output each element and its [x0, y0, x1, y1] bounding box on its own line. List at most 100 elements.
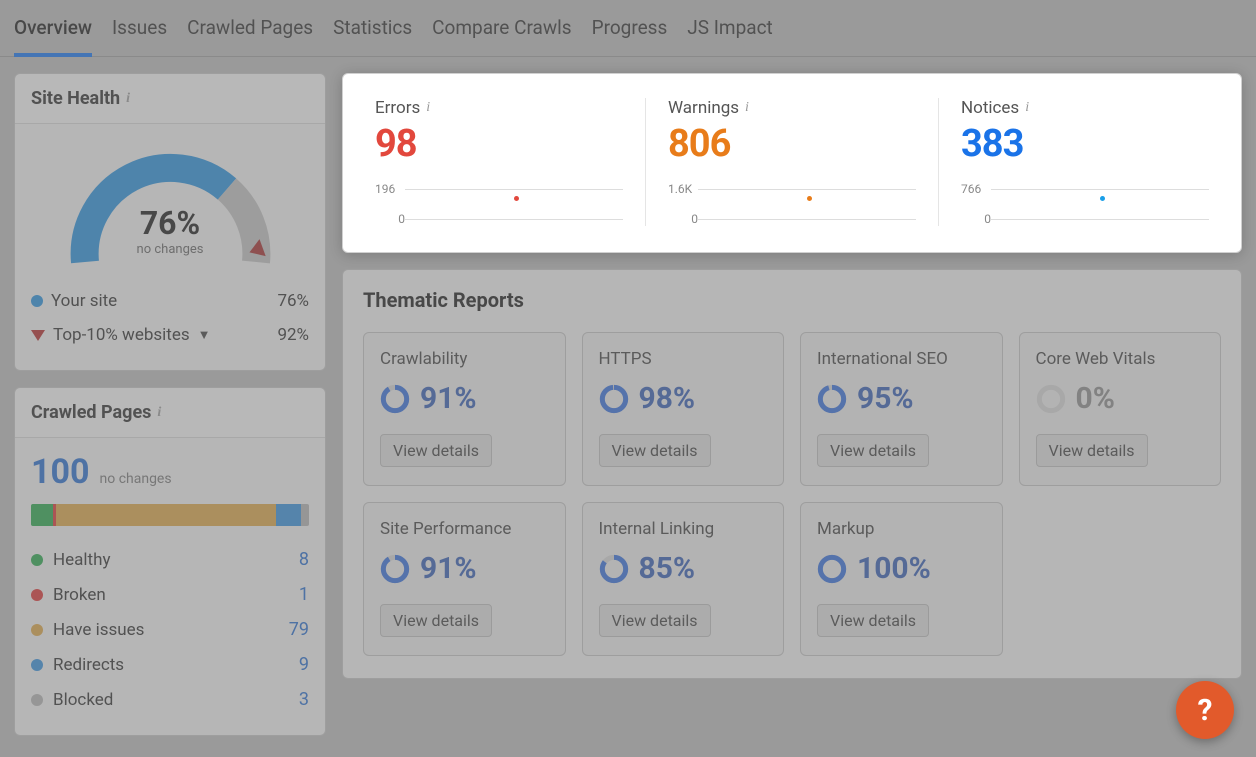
report-card: Markup 100% View details	[800, 502, 1003, 656]
tab-issues[interactable]: Issues	[112, 10, 167, 56]
crawl-breakdown-row[interactable]: Broken 1	[31, 577, 309, 612]
view-details-button[interactable]: View details	[817, 434, 929, 467]
axis-tick: 196	[375, 182, 405, 196]
tab-js-impact[interactable]: JS Impact	[687, 10, 772, 56]
status-count: 1	[299, 584, 309, 605]
warnings-value[interactable]: 806	[668, 122, 916, 166]
notices-sparkline: 766 0	[961, 182, 1209, 226]
report-title: Core Web Vitals	[1036, 349, 1205, 369]
status-dot-icon	[31, 624, 43, 636]
errors-sparkline: 196 0	[375, 182, 623, 226]
tab-statistics[interactable]: Statistics	[333, 10, 412, 56]
view-details-button[interactable]: View details	[1036, 434, 1148, 467]
crawled-pages-panel: Crawled Pages i 100 no changes Healthy8B…	[14, 387, 326, 736]
axis-tick: 0	[668, 212, 698, 226]
errors-label: Errors	[375, 98, 420, 118]
axis-tick: 0	[961, 212, 991, 226]
view-details-button[interactable]: View details	[599, 434, 711, 467]
help-icon: ?	[1198, 693, 1213, 728]
report-title: Internal Linking	[599, 519, 768, 539]
legend-value: 92%	[277, 325, 309, 345]
crawl-breakdown-row[interactable]: Redirects9	[31, 647, 309, 682]
help-button[interactable]: ?	[1176, 681, 1234, 739]
notices-label: Notices	[961, 98, 1019, 118]
spark-dot	[514, 196, 519, 201]
bar-segment	[301, 504, 309, 526]
notices-value[interactable]: 383	[961, 122, 1209, 166]
crawled-title: Crawled Pages	[31, 402, 151, 423]
errors-value[interactable]: 98	[375, 122, 623, 166]
donut-icon	[380, 554, 410, 584]
site-health-panel: Site Health i 76% no changes	[14, 73, 326, 371]
status-dot-icon	[31, 554, 43, 566]
axis-tick: 0	[375, 212, 405, 226]
crawl-breakdown-row[interactable]: Blocked 3	[31, 682, 309, 717]
status-label: Have issues	[53, 620, 144, 640]
legend-label: Top-10% websites	[53, 325, 190, 345]
report-title: Markup	[817, 519, 986, 539]
info-icon[interactable]: i	[426, 100, 430, 116]
status-dot-icon	[31, 589, 43, 601]
axis-tick: 766	[961, 182, 991, 196]
issues-summary-card: Errors i 98 196 0 Warnings i 806 1	[342, 73, 1242, 253]
status-label: Broken	[53, 585, 106, 605]
info-icon[interactable]: i	[1025, 100, 1029, 116]
crawled-count[interactable]: 100	[31, 452, 90, 492]
chevron-down-icon[interactable]: ▼	[198, 327, 211, 343]
legend-value: 76%	[277, 291, 309, 311]
warnings-sparkline: 1.6K 0	[668, 182, 916, 226]
thematic-heading: Thematic Reports	[363, 288, 1221, 312]
report-percentage: 95%	[857, 381, 914, 416]
status-count: 79	[289, 619, 309, 640]
triangle-down-icon	[31, 330, 45, 341]
spark-dot	[807, 196, 812, 201]
report-percentage: 91%	[420, 551, 477, 586]
tab-compare-crawls[interactable]: Compare Crawls	[432, 10, 571, 56]
report-percentage: 100%	[857, 551, 931, 586]
legend-label: Your site	[51, 291, 117, 311]
site-health-gauge: 76% no changes	[63, 144, 278, 274]
status-count: 3	[299, 689, 309, 710]
main-tabs: Overview Issues Crawled Pages Statistics Com…	[0, 0, 1256, 57]
gauge-subtext: no changes	[63, 242, 278, 257]
crawl-breakdown-row[interactable]: Healthy 8	[31, 542, 309, 577]
gauge-value: 76%	[63, 204, 278, 242]
warnings-label: Warnings	[668, 98, 739, 118]
status-label: Healthy	[53, 550, 111, 570]
tab-progress[interactable]: Progress	[592, 10, 668, 56]
info-icon[interactable]: i	[157, 405, 161, 421]
report-percentage: 91%	[420, 381, 477, 416]
thematic-reports-panel: Thematic Reports Crawlability 91% View det…	[342, 269, 1242, 679]
status-count: 9	[299, 654, 309, 675]
tab-crawled-pages[interactable]: Crawled Pages	[187, 10, 313, 56]
legend-row: Your site 76%	[31, 284, 309, 318]
site-health-title: Site Health	[31, 88, 120, 109]
report-card: Crawlability 91% View details	[363, 332, 566, 486]
view-details-button[interactable]: View details	[380, 434, 492, 467]
bar-segment	[31, 504, 53, 526]
donut-icon	[599, 554, 629, 584]
spark-dot	[1100, 196, 1105, 201]
report-title: Site Performance	[380, 519, 549, 539]
donut-icon	[817, 384, 847, 414]
view-details-button[interactable]: View details	[817, 604, 929, 637]
donut-icon	[1036, 384, 1066, 414]
donut-icon	[380, 384, 410, 414]
status-label: Blocked	[53, 690, 113, 710]
report-title: Crawlability	[380, 349, 549, 369]
crawl-breakdown-row[interactable]: Have issues 79	[31, 612, 309, 647]
report-percentage: 98%	[639, 381, 696, 416]
status-count: 8	[299, 549, 309, 570]
donut-icon	[599, 384, 629, 414]
info-icon[interactable]: i	[126, 91, 130, 107]
report-card: Core Web Vitals0%View details	[1019, 332, 1222, 486]
tab-overview[interactable]: Overview	[14, 10, 92, 57]
view-details-button[interactable]: View details	[380, 604, 492, 637]
crawled-breakdown-bar	[31, 504, 309, 526]
legend-dot-icon	[31, 295, 43, 307]
view-details-button[interactable]: View details	[599, 604, 711, 637]
legend-row[interactable]: Top-10% websites ▼ 92%	[31, 318, 309, 352]
status-dot-icon	[31, 659, 43, 671]
info-icon[interactable]: i	[745, 100, 749, 116]
report-card: HTTPS98%View details	[582, 332, 785, 486]
